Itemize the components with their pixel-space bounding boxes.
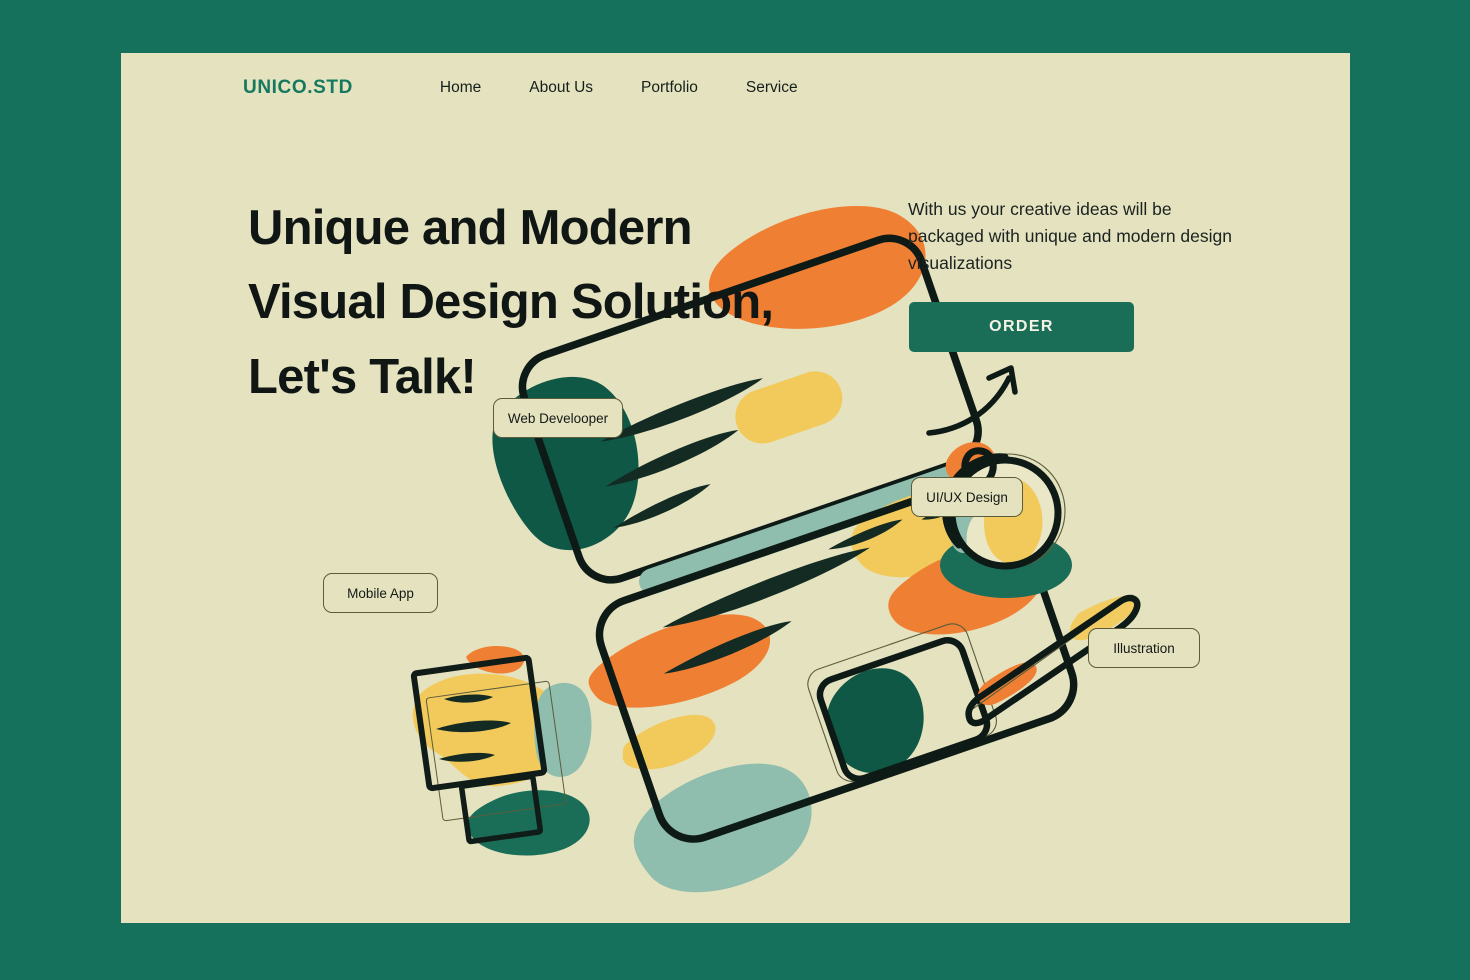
hero-headline: Unique and Modern Visual Design Solution… (248, 191, 888, 414)
order-button[interactable]: ORDER (909, 302, 1134, 352)
page-root: Web Develooper Mobile App UI/UX Design I… (0, 0, 1470, 980)
coffee-cup-shape (940, 442, 1072, 598)
brand-logo[interactable]: UNICO.STD (243, 77, 353, 99)
tag-ui-ux-design[interactable]: UI/UX Design (911, 477, 1023, 517)
tag-web-developer-label: Web Develooper (507, 410, 609, 426)
nav-link-portfolio[interactable]: Portfolio (641, 79, 698, 97)
headline-line-2: Visual Design Solution, (248, 275, 774, 330)
tag-illustration[interactable]: Illustration (1088, 628, 1200, 668)
tablet-shape (410, 645, 592, 856)
tag-illustration-label: Illustration (1113, 640, 1175, 656)
nav-link-service[interactable]: Service (746, 79, 798, 97)
nav-link-about-us[interactable]: About Us (529, 79, 593, 97)
tag-mobile-app-label: Mobile App (347, 585, 414, 601)
headline-line-1: Unique and Modern (248, 200, 693, 255)
tag-ui-ux-design-label: UI/UX Design (926, 489, 1008, 505)
hero-card: Web Develooper Mobile App UI/UX Design I… (121, 53, 1350, 923)
nav-link-home[interactable]: Home (440, 79, 481, 97)
hero-subtext: With us your creative ideas will be pack… (908, 198, 1232, 273)
tag-web-developer[interactable]: Web Develooper (493, 398, 623, 438)
main-navigation: UNICO.STD Home About Us Portfolio Servic… (243, 77, 798, 99)
hero-illustration (410, 205, 1141, 893)
curved-arrow-up-right-icon (926, 365, 1018, 436)
tag-mobile-app[interactable]: Mobile App (323, 573, 438, 613)
